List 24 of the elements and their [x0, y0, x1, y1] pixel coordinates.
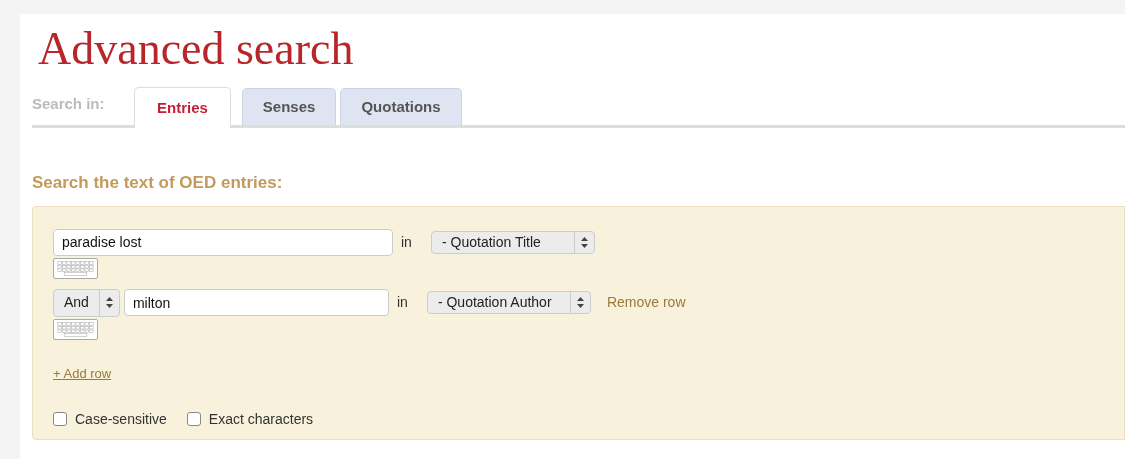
search-in-label: Search in: — [32, 93, 106, 114]
in-label: in — [401, 232, 413, 252]
up-down-arrows-icon — [576, 297, 584, 308]
checkbox[interactable] — [53, 412, 67, 426]
page-title: Advanced search — [37, 22, 355, 72]
keyboard-icon[interactable] — [53, 257, 98, 279]
remove-row-link[interactable]: Remove row — [606, 292, 686, 313]
up-down-arrows-icon — [105, 297, 113, 308]
section-heading: Search the text of OED entries: — [32, 172, 284, 194]
up-down-arrows-icon — [581, 236, 588, 248]
checkbox-label: Case-sensitive — [75, 409, 167, 429]
search-field[interactable]: milton — [123, 289, 389, 316]
tab[interactable]: Senses — [241, 88, 337, 125]
add-row-link[interactable]: + Add row — [53, 363, 112, 383]
keyboard-icon[interactable] — [53, 318, 98, 340]
field-select[interactable]: - Quotation Title — [431, 230, 595, 254]
checkbox[interactable] — [186, 412, 201, 426]
in-label: in — [396, 293, 409, 312]
tab[interactable]: Quotations — [340, 88, 462, 125]
search-field[interactable]: paradise lost — [53, 228, 393, 256]
tab[interactable]: Entries — [134, 87, 231, 128]
checkbox-label: Exact characters — [208, 409, 314, 429]
field-select[interactable]: - Quotation Author — [426, 291, 591, 314]
connector-select[interactable]: And — [53, 288, 120, 317]
